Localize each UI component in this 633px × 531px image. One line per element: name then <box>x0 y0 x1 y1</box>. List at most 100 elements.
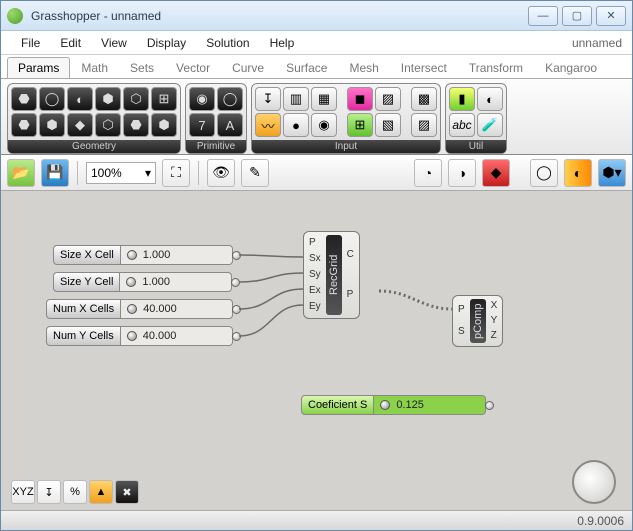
input-param-icon[interactable]: ▨ <box>411 113 437 137</box>
slider-thumb[interactable] <box>380 400 390 410</box>
tab-sets[interactable]: Sets <box>119 57 165 78</box>
slider-track[interactable]: 1.000 <box>120 272 232 292</box>
port-sx[interactable]: Sx <box>306 252 324 266</box>
close-button[interactable]: ✕ <box>596 6 626 26</box>
geom-param-icon[interactable]: ⬡ <box>123 87 149 111</box>
geom-param-icon[interactable]: ⬡ <box>95 113 121 137</box>
geom-param-icon[interactable]: ⬢ <box>95 87 121 111</box>
input-param-icon[interactable]: ◉ <box>311 113 337 137</box>
shade-icon[interactable]: ◑ <box>448 159 476 187</box>
port-p[interactable]: P <box>455 303 468 317</box>
compass-widget[interactable] <box>572 460 616 504</box>
zoom-extents-button[interactable]: ⛶ <box>162 159 190 187</box>
input-param-icon[interactable]: ▦ <box>311 87 337 111</box>
geom-param-icon[interactable]: ⬢ <box>151 113 177 137</box>
shade-icon[interactable]: ◔ <box>414 159 442 187</box>
menu-help[interactable]: Help <box>260 36 305 50</box>
slider-coeficient-s[interactable]: Coeficient S 0.125 <box>301 395 495 415</box>
util-param-icon[interactable]: abc <box>449 113 475 137</box>
slider-num-x-cells[interactable]: Num X Cells 40.000 <box>46 299 242 319</box>
cancel-icon[interactable]: ✖ <box>115 480 139 504</box>
titlebar[interactable]: Grasshopper - unnamed — ▢ ✕ <box>1 1 632 31</box>
input-param-icon[interactable]: ▩ <box>411 87 437 111</box>
prim-param-icon[interactable]: 7 <box>189 113 215 137</box>
slider-size-x-cell[interactable]: Size X Cell 1.000 <box>53 245 242 265</box>
tab-kangaroo[interactable]: Kangaroo <box>534 57 608 78</box>
input-param-icon[interactable]: ↧ <box>255 87 281 111</box>
shade-icon[interactable]: ◯ <box>530 159 558 187</box>
menu-view[interactable]: View <box>91 36 137 50</box>
port-p[interactable]: P <box>306 236 324 250</box>
prim-param-icon[interactable]: ◯ <box>217 87 243 111</box>
minimize-button[interactable]: — <box>528 6 558 26</box>
prim-param-icon[interactable]: ◉ <box>189 87 215 111</box>
port-ex[interactable]: Ex <box>306 284 324 298</box>
geom-param-icon[interactable]: ⊞ <box>151 87 177 111</box>
zoom-select[interactable]: 100%▾ <box>86 162 156 184</box>
menu-edit[interactable]: Edit <box>50 36 91 50</box>
tab-surface[interactable]: Surface <box>275 57 338 78</box>
component-recgrid[interactable]: P Sx Sy Ex Ey RecGrid C P <box>303 231 360 319</box>
preview-button[interactable]: 👁 <box>207 159 235 187</box>
geom-param-icon[interactable]: ⬣ <box>11 87 37 111</box>
input-param-icon[interactable]: ◼ <box>347 87 373 111</box>
slider-track[interactable]: 1.000 <box>121 245 233 265</box>
util-param-icon[interactable]: ▮ <box>449 87 475 111</box>
download-icon[interactable]: ↧ <box>37 480 61 504</box>
save-button[interactable]: 💾 <box>41 159 69 187</box>
geom-param-icon[interactable]: ⬣ <box>11 113 37 137</box>
component-pcomp[interactable]: P S pComp X Y Z <box>452 295 503 347</box>
menu-file[interactable]: File <box>11 36 50 50</box>
slider-track[interactable]: 0.125 <box>374 395 486 415</box>
menu-display[interactable]: Display <box>137 36 196 50</box>
tab-transform[interactable]: Transform <box>458 57 534 78</box>
util-param-icon[interactable]: 🧪 <box>477 113 503 137</box>
maximize-button[interactable]: ▢ <box>562 6 592 26</box>
port-x[interactable]: X <box>488 299 501 313</box>
input-param-icon[interactable]: ● <box>283 113 309 137</box>
util-param-icon[interactable]: ◐ <box>477 87 503 111</box>
output-grip[interactable] <box>232 305 241 314</box>
geom-param-icon[interactable]: ◐ <box>67 87 93 111</box>
shade-blue-icon[interactable]: ⬢▾ <box>598 159 626 187</box>
percent-icon[interactable]: % <box>63 480 87 504</box>
port-ey[interactable]: Ey <box>306 300 324 314</box>
port-z[interactable]: Z <box>488 329 501 343</box>
slider-size-y-cell[interactable]: Size Y Cell 1.000 <box>53 272 241 292</box>
slider-num-y-cells[interactable]: Num Y Cells 40.000 <box>46 326 242 346</box>
output-grip[interactable] <box>232 332 241 341</box>
tab-vector[interactable]: Vector <box>165 57 221 78</box>
input-param-icon[interactable]: ⊞ <box>347 113 373 137</box>
port-sy[interactable]: Sy <box>306 268 324 282</box>
port-y[interactable]: Y <box>488 314 501 328</box>
input-param-icon[interactable]: 〰 <box>255 113 281 137</box>
tab-curve[interactable]: Curve <box>221 57 275 78</box>
shade-orange-icon[interactable]: ◐ <box>564 159 592 187</box>
canvas[interactable]: Size X Cell 1.000 Size Y Cell 1.000 Num … <box>1 191 632 510</box>
xyz-icon[interactable]: XYZ <box>11 480 35 504</box>
geom-param-icon[interactable]: ⬢ <box>39 113 65 137</box>
port-s[interactable]: S <box>455 325 468 339</box>
tab-math[interactable]: Math <box>70 57 119 78</box>
geom-param-icon[interactable]: ⬣ <box>123 113 149 137</box>
output-grip[interactable] <box>231 278 240 287</box>
tab-params[interactable]: Params <box>7 57 70 78</box>
input-param-icon[interactable]: ▥ <box>283 87 309 111</box>
slider-thumb[interactable] <box>127 304 137 314</box>
menu-solution[interactable]: Solution <box>196 36 259 50</box>
output-grip[interactable] <box>485 401 494 410</box>
open-button[interactable]: 📂 <box>7 159 35 187</box>
geom-param-icon[interactable]: ◆ <box>67 113 93 137</box>
slider-thumb[interactable] <box>127 331 137 341</box>
tab-intersect[interactable]: Intersect <box>390 57 458 78</box>
port-c[interactable]: C <box>344 248 357 262</box>
fire-icon[interactable]: ▲ <box>89 480 113 504</box>
slider-track[interactable]: 40.000 <box>121 299 233 319</box>
output-grip[interactable] <box>232 251 241 260</box>
port-p-out[interactable]: P <box>344 288 357 302</box>
geom-param-icon[interactable]: ◯ <box>39 87 65 111</box>
input-param-icon[interactable]: ▨ <box>375 87 401 111</box>
shade-red-icon[interactable]: ◆ <box>482 159 510 187</box>
slider-thumb[interactable] <box>127 250 137 260</box>
slider-track[interactable]: 40.000 <box>121 326 233 346</box>
